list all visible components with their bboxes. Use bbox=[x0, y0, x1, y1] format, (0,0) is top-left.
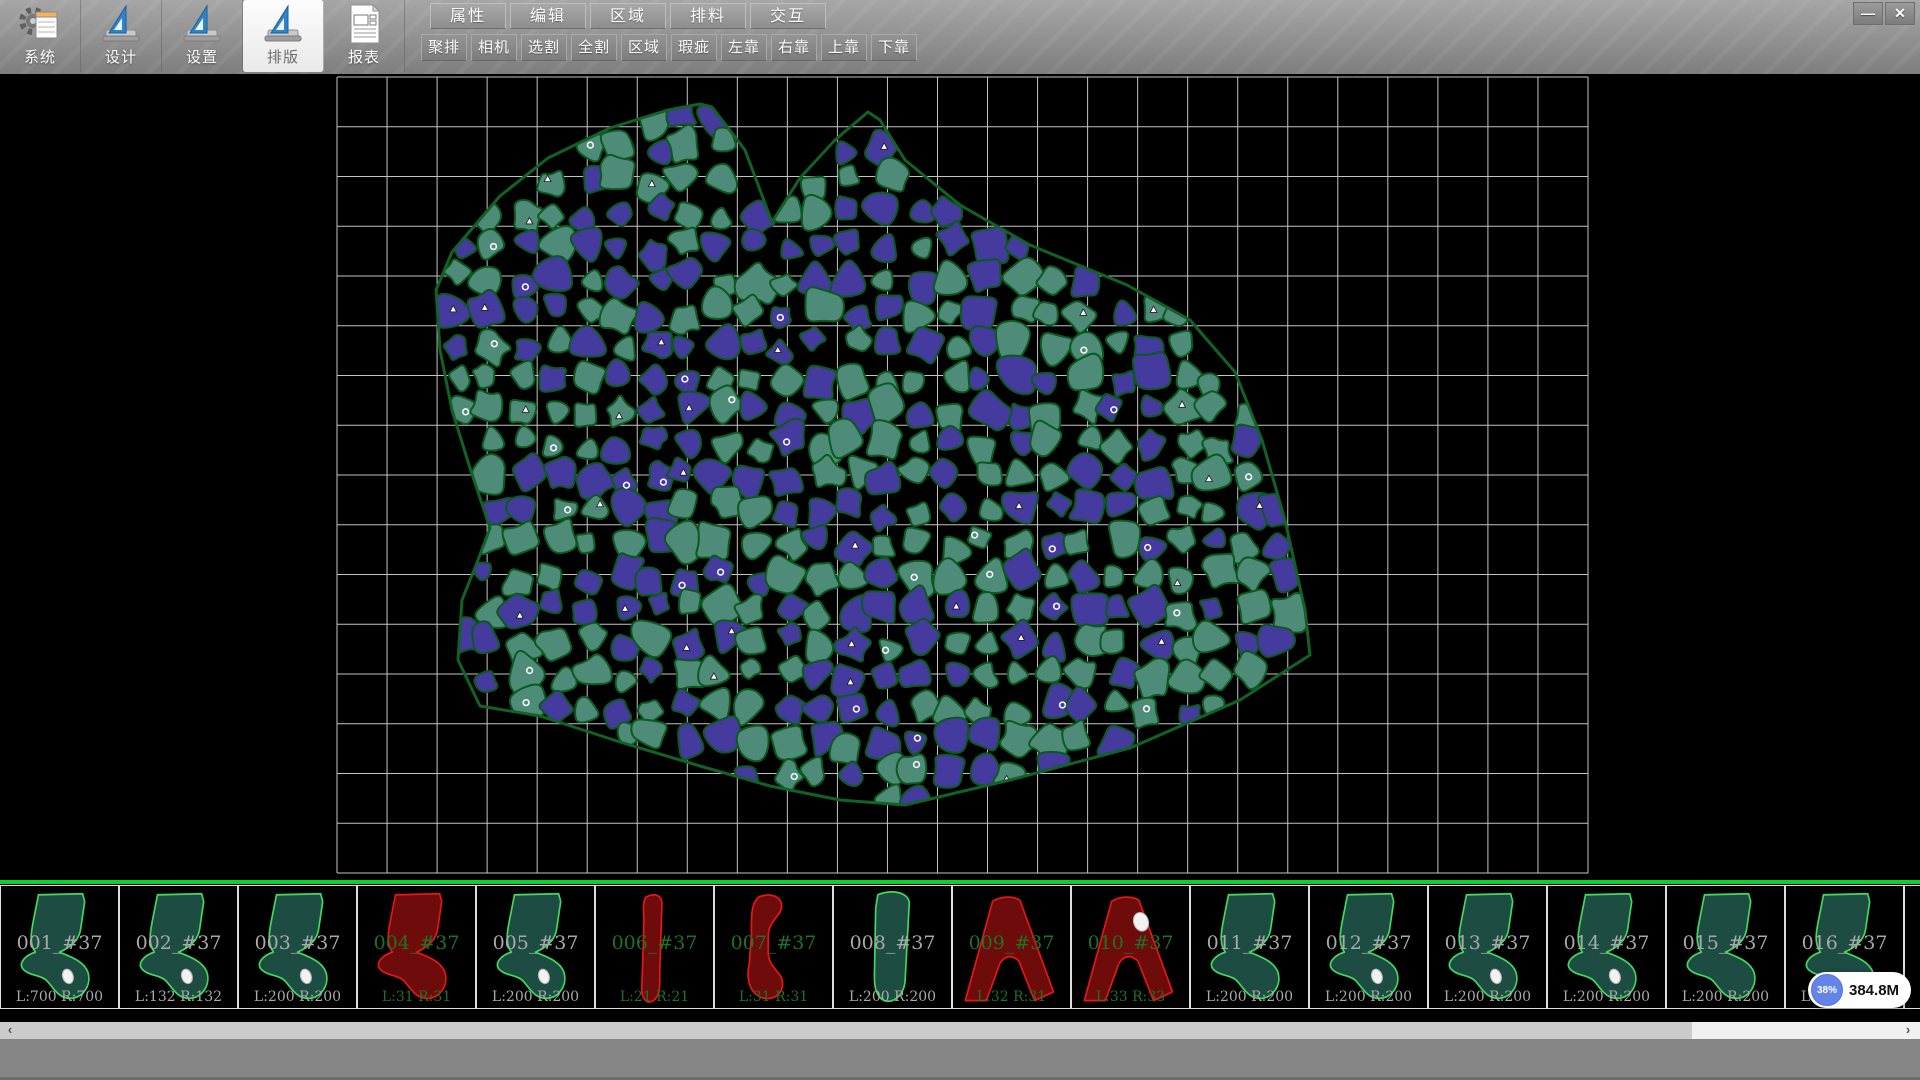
tool-button-5[interactable]: 区域 bbox=[621, 34, 667, 61]
thumbnail-item[interactable]: 004_#37 L:31 R:31 bbox=[357, 885, 476, 1009]
piece-size-label: L:33 R:33 bbox=[1072, 989, 1189, 1005]
settings-icon bbox=[179, 3, 225, 45]
piece-name-label: 005_#37 bbox=[477, 932, 594, 954]
app-tab-label: 系统 bbox=[0, 46, 80, 67]
tool-button-10[interactable]: 下靠 bbox=[871, 34, 917, 61]
piece-name-label: 011_#37 bbox=[1191, 932, 1308, 954]
strip-divider-line bbox=[0, 880, 1920, 884]
piece-size-label: L:132 R:132 bbox=[120, 989, 237, 1005]
close-button[interactable]: ✕ bbox=[1885, 2, 1915, 25]
tool-button-3[interactable]: 选割 bbox=[521, 34, 567, 61]
piece-name-label: 007_#37 bbox=[715, 932, 832, 954]
tool-button-1[interactable]: 聚排 bbox=[421, 34, 467, 61]
piece-name-label: 004_#37 bbox=[358, 932, 475, 954]
thumbnail-list: 001_#37L:700 R:700002_#37L:132 R:132003_… bbox=[0, 885, 1920, 1009]
tool-button-9[interactable]: 上靠 bbox=[821, 34, 867, 61]
app-tab-label: 排版 bbox=[243, 46, 323, 67]
piece-size-label: L:31 R:31 bbox=[715, 989, 832, 1005]
piece-name-label: 006_#37 bbox=[596, 932, 713, 954]
app-tab-3[interactable]: 设置 bbox=[162, 0, 243, 72]
piece-name-label: 002_#37 bbox=[120, 932, 237, 954]
piece-size-label: L:200 R:200 bbox=[834, 989, 951, 1005]
thumbnail-item[interactable]: 014_#37 L:200 R:200 bbox=[1547, 885, 1666, 1009]
piece-size-label: L:200 R:200 bbox=[1191, 989, 1308, 1005]
app-tab-label: 设置 bbox=[162, 46, 242, 67]
thumbnail-item[interactable]: 009_#37 L:32 R:31 bbox=[952, 885, 1071, 1009]
layout-icon bbox=[260, 3, 306, 45]
scroll-left-icon[interactable]: ‹ bbox=[0, 1022, 20, 1039]
app-tab-1[interactable]: 系统 bbox=[0, 0, 81, 72]
piece-name-label: 010_#37 bbox=[1072, 932, 1189, 954]
tool-button-7[interactable]: 左靠 bbox=[721, 34, 767, 61]
piece-name-label: 012_#37 bbox=[1310, 932, 1427, 954]
thumbnail-item[interactable]: 008_#37 L:200 R:200 bbox=[833, 885, 952, 1009]
piece-name-label: 013_#37 bbox=[1429, 932, 1546, 954]
thumbnail-item[interactable]: 010_#37 L:33 R:33 bbox=[1071, 885, 1190, 1009]
thumbnail-item[interactable]: 001_#37 L:700 R:700 bbox=[0, 885, 119, 1009]
thumbnail-item[interactable]: 012_#37 L:200 R:200 bbox=[1309, 885, 1428, 1009]
piece-size-label: L:200 R:200 bbox=[1429, 989, 1546, 1005]
bottom-status-bar bbox=[0, 1039, 1920, 1080]
thumbnail-item[interactable]: 007_#37 L:31 R:31 bbox=[714, 885, 833, 1009]
thumbnail-item[interactable]: 011_#37 L:200 R:200 bbox=[1190, 885, 1309, 1009]
thumbnail-item[interactable]: 015_#37 L:200 R:200 bbox=[1666, 885, 1785, 1009]
piece-name-label: 015_#37 bbox=[1667, 932, 1784, 954]
tool-button-4[interactable]: 全割 bbox=[571, 34, 617, 61]
piece-name-label: 001_#37 bbox=[1, 932, 118, 954]
piece-size-label: L:200 R:200 bbox=[1548, 989, 1665, 1005]
thumbnail-item[interactable]: 002_#37 L:132 R:132 bbox=[119, 885, 238, 1009]
horizontal-scrollbar[interactable]: ‹ › bbox=[0, 1022, 1920, 1039]
tool-button-6[interactable]: 瑕疵 bbox=[671, 34, 717, 61]
status-badge: 38% 384.8M bbox=[1808, 972, 1911, 1008]
menu-tab-2[interactable]: 编辑 bbox=[510, 3, 586, 29]
menu-tab-5[interactable]: 交互 bbox=[750, 3, 826, 29]
thumbnail-item[interactable]: 005_#37 L:200 R:200 bbox=[476, 885, 595, 1009]
piece-name-label: 003_#37 bbox=[239, 932, 356, 954]
progress-percent-badge: 38% bbox=[1811, 974, 1843, 1006]
piece-name-label: 017_#37 bbox=[1905, 932, 1920, 954]
piece-size-label: L:200 R:200 bbox=[477, 989, 594, 1005]
nesting-drawing bbox=[0, 74, 1920, 880]
tool-button-8[interactable]: 右靠 bbox=[771, 34, 817, 61]
memory-usage-label: 384.8M bbox=[1849, 982, 1899, 999]
menu-tab-1[interactable]: 属性 bbox=[430, 3, 506, 29]
piece-name-label: 016_#37 bbox=[1786, 932, 1903, 954]
tool-button-2[interactable]: 相机 bbox=[471, 34, 517, 61]
scrollbar-thumb[interactable] bbox=[0, 1022, 1692, 1039]
report-icon bbox=[341, 3, 387, 45]
nested-pieces bbox=[434, 100, 1311, 816]
piece-size-label: L:21 R:21 bbox=[596, 989, 713, 1005]
piece-name-label: 008_#37 bbox=[834, 932, 951, 954]
app-tab-4[interactable]: 排版 bbox=[243, 0, 324, 72]
thumbnail-item[interactable]: 006_#37 L:21 R:21 bbox=[595, 885, 714, 1009]
menu-tab-3[interactable]: 区域 bbox=[590, 3, 666, 29]
app-tab-label: 报表 bbox=[324, 46, 404, 67]
piece-name-label: 009_#37 bbox=[953, 932, 1070, 954]
piece-size-label: L:200 R:200 bbox=[1667, 989, 1784, 1005]
piece-size-label: L:200 R:200 bbox=[239, 989, 356, 1005]
thumbnail-item[interactable]: 013_#37 L:200 R:200 bbox=[1428, 885, 1547, 1009]
piece-name-label: 014_#37 bbox=[1548, 932, 1665, 954]
nesting-canvas[interactable] bbox=[0, 74, 1920, 880]
design-icon bbox=[98, 3, 144, 45]
app-tab-2[interactable]: 设计 bbox=[81, 0, 162, 72]
scroll-right-icon[interactable]: › bbox=[1898, 1022, 1918, 1039]
piece-size-label: L:700 R:700 bbox=[1, 989, 118, 1005]
piece-size-label: L:200 R:200 bbox=[1310, 989, 1427, 1005]
piece-thumbnail-strip: 001_#37L:700 R:700002_#37L:132 R:132003_… bbox=[0, 880, 1920, 1022]
piece-size-label: L:31 R:31 bbox=[358, 989, 475, 1005]
piece-size-label: L:32 R:31 bbox=[953, 989, 1070, 1005]
app-tab-5[interactable]: 报表 bbox=[324, 0, 405, 72]
system-icon bbox=[17, 3, 63, 45]
menu-tab-4[interactable]: 排料 bbox=[670, 3, 746, 29]
thumbnail-item[interactable]: 003_#37 L:200 R:200 bbox=[238, 885, 357, 1009]
title-bar: 系统设计设置排版报表 属性编辑区域排料交互 聚排相机选割全割区域瑕疵左靠右靠上靠… bbox=[0, 0, 1920, 74]
app-tab-label: 设计 bbox=[81, 46, 161, 67]
minimize-button[interactable]: — bbox=[1853, 2, 1883, 25]
